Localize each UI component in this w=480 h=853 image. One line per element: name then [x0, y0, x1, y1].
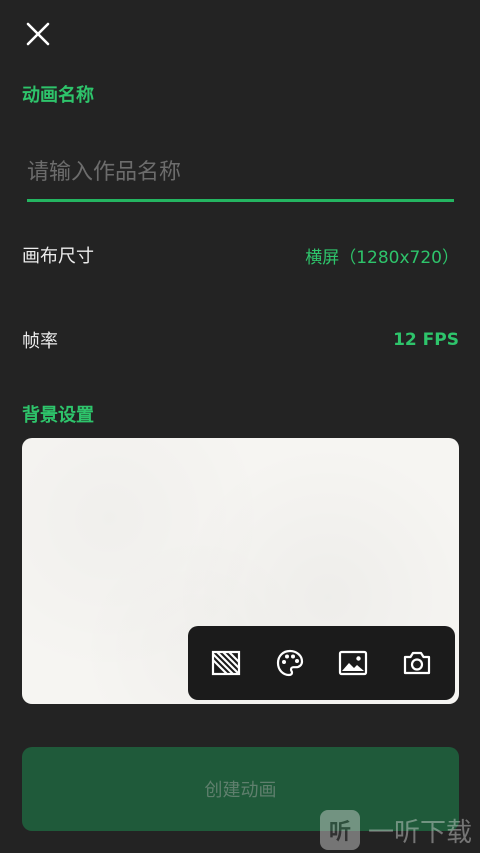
frame-rate-label: 帧率 [22, 331, 58, 352]
canvas-size-value: 横屏（1280x720） [305, 247, 459, 268]
camera-background-button[interactable] [395, 641, 439, 685]
watermark-logo: 听 [320, 810, 360, 850]
frame-rate-row[interactable]: 帧率 12 FPS [22, 325, 459, 355]
image-background-button[interactable] [331, 641, 375, 685]
close-button[interactable] [18, 14, 58, 54]
palette-icon [276, 649, 303, 677]
color-background-button[interactable] [268, 641, 312, 685]
close-icon [26, 22, 50, 46]
watermark: 听 一听下载 [320, 810, 472, 850]
background-settings-label: 背景设置 [22, 405, 94, 426]
transparent-background-button[interactable] [204, 641, 248, 685]
image-icon [339, 650, 368, 676]
animation-name-input[interactable] [27, 146, 454, 202]
background-toolbar [188, 626, 455, 700]
canvas-size-label: 画布尺寸 [22, 246, 94, 267]
canvas-size-row[interactable]: 画布尺寸 横屏（1280x720） [22, 240, 459, 270]
create-animation-screen: 动画名称 画布尺寸 横屏（1280x720） 帧率 12 FPS 背景设置 [0, 0, 480, 853]
camera-icon [404, 651, 431, 675]
frame-rate-value: 12 FPS [393, 330, 459, 350]
watermark-text: 一听下载 [368, 817, 473, 848]
animation-name-label: 动画名称 [22, 85, 94, 106]
transparent-pattern-icon [211, 650, 240, 676]
